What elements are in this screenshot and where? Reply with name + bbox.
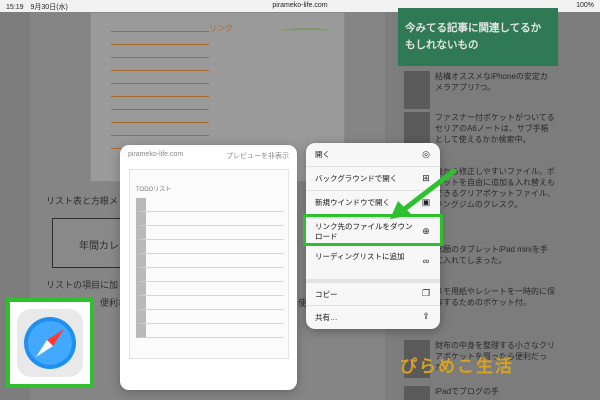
related-item-title: 念願のタブレットiPad miniを手に入れてしまった。 xyxy=(435,245,548,265)
related-item-title: メモ用紙やレシートを一時的に保存するためのポケット付。 xyxy=(435,287,555,307)
menu-item-copy[interactable]: コピー ❐ xyxy=(306,283,440,306)
preview-url: pirameko-life.com xyxy=(128,151,184,158)
calendar-link-label: 年間カレ xyxy=(79,241,119,252)
related-item-title: ファスナー付ポケットがついてるセリアのA6ノートは、サブ手帳として使えるかか検索… xyxy=(435,113,555,144)
compass-icon: ◎ xyxy=(422,149,430,159)
menu-item-add-reading-list[interactable]: リーディングリストに追加 ∞ xyxy=(306,245,440,279)
menu-item-label: 新規ウインドウで開く xyxy=(315,198,390,207)
link-preview-card[interactable]: pirameko-life.com プレビューを非表示 TODOリスト xyxy=(120,145,297,390)
article-text-2: リストの項目に加 xyxy=(46,280,119,290)
link-note: リンク xyxy=(209,24,233,33)
menu-item-share[interactable]: 共有… ⇪ xyxy=(306,306,440,329)
menu-item-open[interactable]: 開く ◎ xyxy=(306,143,440,167)
safari-compass-icon xyxy=(17,309,83,377)
menu-item-label: 共有… xyxy=(315,313,338,322)
glasses-icon: ∞ xyxy=(422,256,430,266)
related-item-title: 結構オススメなiPhoneの安定カメラアプリ7つ。 xyxy=(435,72,548,92)
copy-icon: ❐ xyxy=(421,288,431,298)
safari-app-icon-frame xyxy=(6,298,94,388)
site-watermark: ぴらめこ生活 xyxy=(400,357,514,376)
share-icon: ⇪ xyxy=(422,311,430,321)
article-text-1: リスト表と方眼メ xyxy=(46,196,119,206)
related-item[interactable]: iPadでブログの手 xyxy=(404,386,554,400)
thumbnail xyxy=(404,71,430,109)
green-arrow-icon xyxy=(390,168,457,219)
menu-item-label: コピー xyxy=(315,290,338,299)
sidebar-heading: 今みてる記事に関連してるかもしれないもの xyxy=(398,8,558,66)
thumbnail xyxy=(404,386,430,400)
notebook-rows xyxy=(99,19,209,149)
pen-swash xyxy=(281,28,331,34)
hide-preview-button[interactable]: プレビューを非表示 xyxy=(226,151,289,161)
preview-doc-title: TODOリスト xyxy=(136,187,172,193)
menu-item-label: リーディングリストに追加 xyxy=(315,252,405,261)
related-item[interactable]: 結構オススメなiPhoneの安定カメラアプリ7つ。 xyxy=(404,71,554,109)
status-battery: 100% xyxy=(576,2,594,9)
preview-table xyxy=(136,198,284,338)
menu-item-label: 開く xyxy=(315,150,330,159)
preview-page: TODOリスト xyxy=(129,169,289,359)
related-item-title: iPadでブログの手 xyxy=(435,387,500,396)
